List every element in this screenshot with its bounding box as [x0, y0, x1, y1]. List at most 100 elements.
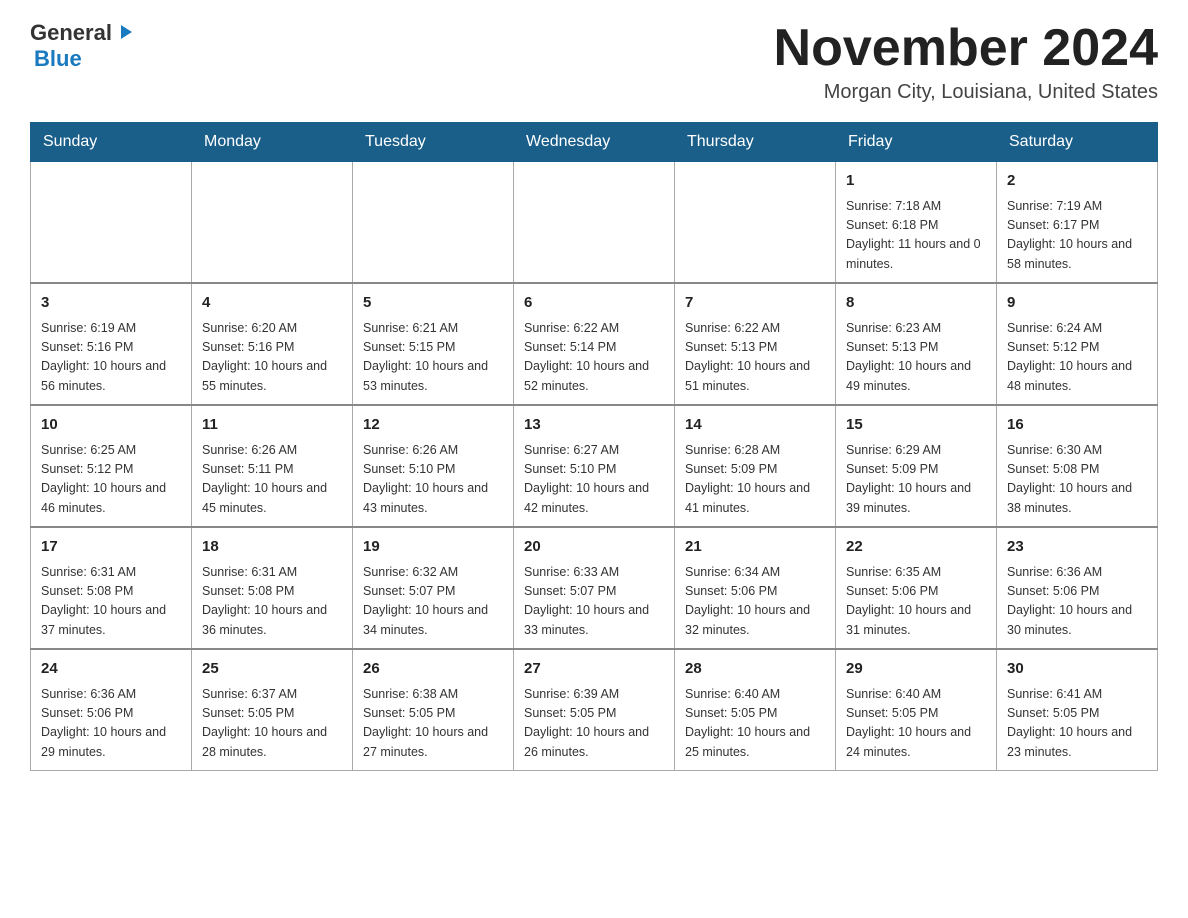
day-info: Sunrise: 6:26 AMSunset: 5:11 PMDaylight:…: [202, 441, 342, 519]
day-info: Sunrise: 6:26 AMSunset: 5:10 PMDaylight:…: [363, 441, 503, 519]
day-number: 4: [202, 292, 342, 315]
day-number: 25: [202, 658, 342, 681]
table-row: [31, 162, 192, 284]
calendar-week-row: 1Sunrise: 7:18 AMSunset: 6:18 PMDaylight…: [31, 162, 1158, 284]
table-row: 3Sunrise: 6:19 AMSunset: 5:16 PMDaylight…: [31, 283, 192, 405]
day-info: Sunrise: 6:36 AMSunset: 5:06 PMDaylight:…: [1007, 563, 1147, 641]
day-number: 20: [524, 536, 664, 559]
day-info: Sunrise: 6:20 AMSunset: 5:16 PMDaylight:…: [202, 319, 342, 397]
table-row: 26 Sunrise: 6:38 AMSunset: 5:05 PMDayligh…: [353, 649, 514, 771]
day-info: Sunrise: 6:32 AMSunset: 5:07 PMDaylight:…: [363, 563, 503, 641]
day-number: 26: [363, 658, 503, 681]
table-row: 1Sunrise: 7:18 AMSunset: 6:18 PMDaylight…: [836, 162, 997, 284]
day-number: 29: [846, 658, 986, 681]
day-number: 5: [363, 292, 503, 315]
table-row: 4 Sunrise: 6:20 AMSunset: 5:16 PMDaylight…: [192, 283, 353, 405]
table-row: 8 Sunrise: 6:23 AMSunset: 5:13 PMDaylight…: [836, 283, 997, 405]
table-row: 17 Sunrise: 6:31 AMSunset: 5:08 PMDayligh…: [31, 527, 192, 649]
day-number: 15: [846, 414, 986, 437]
day-number: 16: [1007, 414, 1147, 437]
calendar-week-row: 24 Sunrise: 6:36 AMSunset: 5:06 PMDayligh…: [31, 649, 1158, 771]
calendar-week-row: 17 Sunrise: 6:31 AMSunset: 5:08 PMDayligh…: [31, 527, 1158, 649]
table-row: 30Sunrise: 6:41 AMSunset: 5:05 PMDayligh…: [997, 649, 1158, 771]
day-info: Sunrise: 6:22 AMSunset: 5:14 PMDaylight:…: [524, 319, 664, 397]
day-number: 23: [1007, 536, 1147, 559]
day-number: 7: [685, 292, 825, 315]
col-wednesday: Wednesday: [514, 123, 675, 162]
table-row: 5 Sunrise: 6:21 AMSunset: 5:15 PMDaylight…: [353, 283, 514, 405]
day-number: 18: [202, 536, 342, 559]
table-row: 25 Sunrise: 6:37 AMSunset: 5:05 PMDayligh…: [192, 649, 353, 771]
day-number: 19: [363, 536, 503, 559]
day-info: Sunrise: 6:40 AMSunset: 5:05 PMDaylight:…: [846, 685, 986, 763]
day-info: Sunrise: 6:24 AMSunset: 5:12 PMDaylight:…: [1007, 319, 1147, 397]
table-row: 11 Sunrise: 6:26 AMSunset: 5:11 PMDayligh…: [192, 405, 353, 527]
table-row: [353, 162, 514, 284]
day-info: Sunrise: 6:31 AMSunset: 5:08 PMDaylight:…: [202, 563, 342, 641]
logo-general-text: General: [30, 20, 112, 46]
day-number: 9: [1007, 292, 1147, 315]
day-info: Sunrise: 6:36 AMSunset: 5:06 PMDaylight:…: [41, 685, 181, 763]
day-info: Sunrise: 6:29 AMSunset: 5:09 PMDaylight:…: [846, 441, 986, 519]
table-row: 24 Sunrise: 6:36 AMSunset: 5:06 PMDayligh…: [31, 649, 192, 771]
table-row: 2Sunrise: 7:19 AMSunset: 6:17 PMDaylight…: [997, 162, 1158, 284]
table-row: 28Sunrise: 6:40 AMSunset: 5:05 PMDayligh…: [675, 649, 836, 771]
table-row: 22 Sunrise: 6:35 AMSunset: 5:06 PMDayligh…: [836, 527, 997, 649]
table-row: [514, 162, 675, 284]
logo-triangle-icon: [116, 23, 134, 46]
calendar-week-row: 3Sunrise: 6:19 AMSunset: 5:16 PMDaylight…: [31, 283, 1158, 405]
day-number: 28: [685, 658, 825, 681]
day-number: 11: [202, 414, 342, 437]
day-info: Sunrise: 6:25 AMSunset: 5:12 PMDaylight:…: [41, 441, 181, 519]
day-number: 8: [846, 292, 986, 315]
day-info: Sunrise: 6:22 AMSunset: 5:13 PMDaylight:…: [685, 319, 825, 397]
page-header: General Blue November 2024 Morgan City, …: [30, 20, 1158, 104]
calendar-header-row: Sunday Monday Tuesday Wednesday Thursday…: [31, 123, 1158, 162]
col-sunday: Sunday: [31, 123, 192, 162]
day-number: 10: [41, 414, 181, 437]
day-number: 30: [1007, 658, 1147, 681]
day-number: 22: [846, 536, 986, 559]
logo-blue-text: Blue: [34, 46, 82, 72]
day-info: Sunrise: 7:19 AMSunset: 6:17 PMDaylight:…: [1007, 197, 1147, 275]
table-row: [192, 162, 353, 284]
col-friday: Friday: [836, 123, 997, 162]
table-row: 21Sunrise: 6:34 AMSunset: 5:06 PMDayligh…: [675, 527, 836, 649]
day-info: Sunrise: 6:37 AMSunset: 5:05 PMDaylight:…: [202, 685, 342, 763]
day-info: Sunrise: 6:38 AMSunset: 5:05 PMDaylight:…: [363, 685, 503, 763]
table-row: 23 Sunrise: 6:36 AMSunset: 5:06 PMDayligh…: [997, 527, 1158, 649]
logo: General Blue: [30, 20, 134, 72]
day-number: 12: [363, 414, 503, 437]
table-row: 29 Sunrise: 6:40 AMSunset: 5:05 PMDayligh…: [836, 649, 997, 771]
day-number: 27: [524, 658, 664, 681]
table-row: 19 Sunrise: 6:32 AMSunset: 5:07 PMDayligh…: [353, 527, 514, 649]
table-row: [675, 162, 836, 284]
title-section: November 2024 Morgan City, Louisiana, Un…: [774, 20, 1158, 104]
day-number: 1: [846, 170, 986, 193]
day-number: 24: [41, 658, 181, 681]
day-number: 13: [524, 414, 664, 437]
calendar-table: Sunday Monday Tuesday Wednesday Thursday…: [30, 122, 1158, 771]
day-info: Sunrise: 6:21 AMSunset: 5:15 PMDaylight:…: [363, 319, 503, 397]
day-info: Sunrise: 6:33 AMSunset: 5:07 PMDaylight:…: [524, 563, 664, 641]
day-number: 21: [685, 536, 825, 559]
day-info: Sunrise: 6:39 AMSunset: 5:05 PMDaylight:…: [524, 685, 664, 763]
day-number: 14: [685, 414, 825, 437]
location-subtitle: Morgan City, Louisiana, United States: [774, 81, 1158, 104]
day-info: Sunrise: 6:27 AMSunset: 5:10 PMDaylight:…: [524, 441, 664, 519]
day-info: Sunrise: 6:23 AMSunset: 5:13 PMDaylight:…: [846, 319, 986, 397]
table-row: 9 Sunrise: 6:24 AMSunset: 5:12 PMDaylight…: [997, 283, 1158, 405]
day-number: 6: [524, 292, 664, 315]
day-info: Sunrise: 6:35 AMSunset: 5:06 PMDaylight:…: [846, 563, 986, 641]
table-row: 15 Sunrise: 6:29 AMSunset: 5:09 PMDayligh…: [836, 405, 997, 527]
table-row: 6 Sunrise: 6:22 AMSunset: 5:14 PMDaylight…: [514, 283, 675, 405]
col-tuesday: Tuesday: [353, 123, 514, 162]
day-info: Sunrise: 6:19 AMSunset: 5:16 PMDaylight:…: [41, 319, 181, 397]
day-info: Sunrise: 6:31 AMSunset: 5:08 PMDaylight:…: [41, 563, 181, 641]
day-number: 17: [41, 536, 181, 559]
table-row: 10 Sunrise: 6:25 AMSunset: 5:12 PMDayligh…: [31, 405, 192, 527]
table-row: 13 Sunrise: 6:27 AMSunset: 5:10 PMDayligh…: [514, 405, 675, 527]
table-row: 20 Sunrise: 6:33 AMSunset: 5:07 PMDayligh…: [514, 527, 675, 649]
calendar-week-row: 10 Sunrise: 6:25 AMSunset: 5:12 PMDayligh…: [31, 405, 1158, 527]
table-row: 14Sunrise: 6:28 AMSunset: 5:09 PMDayligh…: [675, 405, 836, 527]
